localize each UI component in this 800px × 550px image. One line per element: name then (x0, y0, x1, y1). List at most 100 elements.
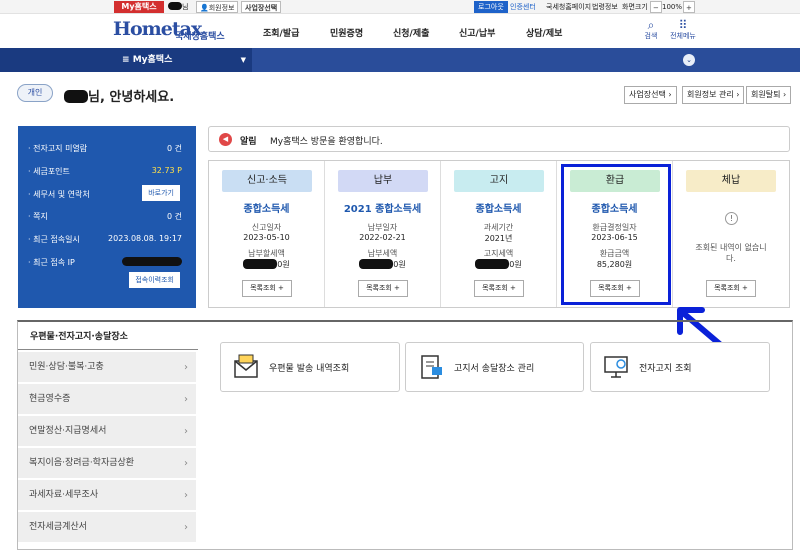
card-label: 고지세액 (483, 249, 514, 258)
card-value: 2023-05-10 (243, 233, 290, 242)
card-label: 신고일자 (251, 223, 282, 232)
list-view-button[interactable]: 목록조회 + (242, 280, 292, 297)
notice-bar: ◀ 알림 My홈택스 방문을 환영합니다. (208, 126, 790, 152)
biz-select-button-2[interactable]: 사업장선택 › (624, 86, 677, 104)
service-label: 전자고지 조회 (639, 364, 692, 374)
caret-down-icon: ▼ (240, 56, 246, 64)
zoom-out-button[interactable]: − (650, 1, 662, 13)
list-view-button[interactable]: 목록조회 + (706, 280, 756, 297)
card-value: 2021년 (484, 234, 513, 243)
card-amount: 0원 (325, 259, 440, 270)
side-menu-item[interactable]: 복지이음·장려금·학자금상환 › (18, 448, 196, 479)
user-type-badge: 개인 (17, 84, 53, 102)
card-notice: 고지 종합소득세 과세기간 2021년 고지세액 0원 목록조회 + (441, 161, 557, 307)
zoom-level: 100% (662, 3, 683, 11)
member-manage-button[interactable]: 회원정보 관리 › (682, 86, 745, 104)
my-hometax-link[interactable]: My홈택스 (114, 1, 164, 13)
highlight-box (561, 164, 671, 305)
card-title[interactable]: 2021 종합소득세 (325, 200, 440, 215)
gnb-apply[interactable]: 신청/제출 (393, 26, 429, 39)
tax-status-cards: 신고·소득 종합소득세 신고일자 2023-05-10 납부할세액 0원 목록조… (208, 160, 790, 308)
card-value: 2022-02-21 (359, 233, 406, 242)
card-header: 고지 (454, 170, 544, 192)
summary-row: 최근 접속 IP (28, 257, 182, 268)
service-label: 우편물 발송 내역조회 (269, 364, 350, 374)
gnb-report-pay[interactable]: 신고/납부 (459, 26, 495, 39)
chevron-right-icon: › (184, 426, 188, 437)
card-label: 납부할세액 (248, 249, 285, 258)
chevron-down-icon[interactable]: ⌄ (683, 54, 695, 66)
summary-row[interactable]: 세금포인트32.73 P (28, 166, 182, 177)
side-menu-item[interactable]: 전자세금계산서 › (18, 512, 196, 543)
withdraw-button[interactable]: 회원탈퇴 › (746, 86, 792, 104)
speaker-icon: ◀ (219, 133, 232, 146)
zoom-in-button[interactable]: + (683, 1, 695, 13)
chevron-right-icon: › (184, 458, 188, 469)
user-name: 님 (168, 1, 188, 13)
summary-row[interactable]: 전자고지 미열람0 건 (28, 143, 182, 154)
card-report: 신고·소득 종합소득세 신고일자 2023-05-10 납부할세액 0원 목록조… (209, 161, 325, 307)
chevron-right-icon: › (184, 362, 188, 373)
mail-history-service[interactable]: 우편물 발송 내역조회 (220, 342, 400, 392)
side-menu-item[interactable]: 연말정산·지급명세서 › (18, 416, 196, 447)
all-menu-button[interactable]: ⠿ 전체메뉴 (668, 19, 698, 41)
card-amount: 0원 (441, 259, 556, 270)
list-view-button[interactable]: 목록조회 + (358, 280, 408, 297)
access-history-button[interactable]: 접속이력조회 (129, 272, 180, 288)
divider (18, 349, 198, 350)
card-header: 신고·소득 (222, 170, 312, 192)
notice-address-service[interactable]: 고지서 송달장소 관리 (405, 342, 584, 392)
card-title[interactable]: 종합소득세 (441, 200, 556, 215)
envelope-icon (234, 354, 258, 378)
monitor-mail-icon (604, 356, 628, 378)
summary-row: 최근 접속일시2023.08.08. 19:17 (28, 234, 182, 245)
greeting-text: 님, 안녕하세요. (64, 86, 174, 105)
document-icon (421, 355, 442, 379)
gnb-certificate[interactable]: 민원증명 (330, 26, 363, 39)
chevron-right-icon: › (783, 90, 787, 99)
summary-panel: 전자고지 미열람0 건 세금포인트32.73 P 세무서 및 연락처 바로가기 … (18, 126, 196, 308)
notice-tag: 알림 (240, 137, 257, 147)
logo-subtitle: 국세청홈택스 (175, 32, 225, 42)
list-view-button[interactable]: 목록조회 + (474, 280, 524, 297)
side-menu-item[interactable]: 현금영수증 › (18, 384, 196, 415)
gnb-inquiry[interactable]: 조회/발급 (263, 26, 299, 39)
person-icon: 👤 (200, 4, 209, 12)
biz-select-button[interactable]: 사업장선택 (241, 1, 282, 13)
legal-page-link[interactable]: 법령정보 (592, 1, 618, 13)
sub-nav-bar: ≡ My홈택스 ▼ ⌄ (0, 48, 800, 72)
chevron-right-icon: › (184, 394, 188, 405)
search-button[interactable]: ⌕ 검색 (636, 19, 666, 41)
chevron-right-icon: › (668, 90, 672, 99)
auth-center-link[interactable]: 인증센터 (510, 1, 536, 13)
nts-page-link[interactable]: 국세청홈페이지 (546, 1, 591, 13)
card-title[interactable]: 종합소득세 (209, 200, 324, 215)
info-icon: ! (725, 212, 738, 225)
my-hometax-tab[interactable]: ≡ My홈택스 ▼ (0, 48, 252, 72)
e-notice-service[interactable]: 전자고지 조회 (590, 342, 770, 392)
card-arrears: 체납 ! 조회된 내역이 없습니다. 목록조회 + (673, 161, 789, 307)
chevron-right-icon: › (184, 490, 188, 501)
card-label: 납부세액 (367, 249, 398, 258)
grid-icon: ⠿ (678, 18, 688, 32)
logout-button[interactable]: 로그아웃 (474, 1, 508, 13)
card-label: 과세기간 (483, 223, 514, 232)
shortcut-button[interactable]: 바로가기 (142, 185, 180, 201)
chevron-right-icon: › (736, 90, 740, 99)
member-info-button[interactable]: 👤회원정보 (196, 1, 239, 13)
menu-icon: ≡ (122, 55, 133, 65)
main-header: Hometax 국세청홈택스 조회/발급 민원증명 신청/제출 신고/납부 상담… (0, 14, 800, 48)
service-label: 고지서 송달장소 관리 (454, 364, 535, 374)
utility-bar: My홈택스 님 👤회원정보 사업장선택 로그아웃 인증센터 국세청홈페이지 법령… (0, 0, 800, 14)
screen-size-label: 화면크기 (622, 3, 648, 11)
side-menu-item[interactable]: 과세자료·세무조사 › (18, 480, 196, 511)
card-header: 체납 (686, 170, 776, 192)
notice-message: My홈택스 방문을 환영합니다. (270, 137, 383, 147)
side-menu-item[interactable]: 민원·상담·불복·고충 › (18, 352, 196, 383)
summary-row[interactable]: 쪽지0 건 (28, 211, 182, 222)
card-amount: 0원 (209, 259, 324, 270)
gnb-consult[interactable]: 상담/제보 (526, 26, 562, 39)
empty-message: 조회된 내역이 없습니다. (695, 243, 767, 263)
section-title: 우편물·전자고지·송달장소 (30, 332, 128, 342)
card-payment: 납부 2021 종합소득세 납부일자 2022-02-21 납부세액 0원 목록… (325, 161, 441, 307)
